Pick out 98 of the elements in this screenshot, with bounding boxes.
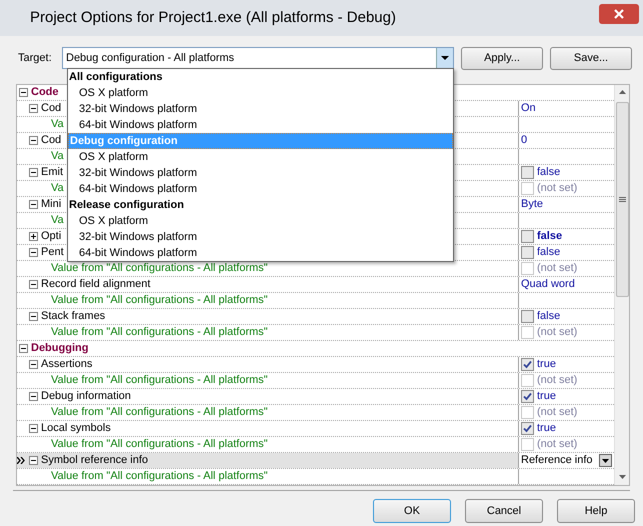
property-value: true	[537, 357, 556, 372]
collapse-icon[interactable]	[19, 88, 28, 97]
inherited-value-text: Va	[51, 149, 64, 164]
help-button[interactable]: Help	[557, 499, 635, 523]
property-value: (not set)	[537, 325, 578, 340]
platform-option[interactable]: 32-bit Windows platform	[68, 101, 453, 117]
collapse-icon[interactable]	[29, 136, 38, 145]
checkbox[interactable]	[521, 230, 534, 243]
property-value: Reference info	[521, 453, 593, 468]
collapse-icon[interactable]	[29, 456, 38, 465]
caret-down-icon	[441, 56, 449, 60]
inherited-value-text: Value from "All configurations - All platforms"	[51, 325, 268, 340]
platform-option[interactable]: OS X platform	[68, 213, 453, 229]
collapse-icon[interactable]	[29, 104, 38, 113]
property-value: 0	[521, 133, 528, 148]
property-value: false	[537, 309, 560, 324]
scroll-up-icon[interactable]	[618, 90, 626, 94]
check-icon	[523, 360, 532, 369]
property-name: Symbol reference info	[41, 453, 148, 468]
inherited-value-text: Value from "All configurations - All platforms"	[51, 437, 268, 452]
inherited-value-text: Value from "All configurations - All platforms"	[51, 469, 268, 484]
property-value: false	[537, 245, 560, 260]
property-name: Opti	[41, 229, 62, 244]
property-name: Local symbols	[41, 421, 111, 436]
scrollbar-thumb[interactable]	[616, 102, 628, 297]
property-name: Cod	[41, 133, 62, 148]
target-label: Target:	[18, 50, 53, 66]
property-name: Cod	[41, 101, 62, 116]
platform-option[interactable]: 32-bit Windows platform	[68, 229, 453, 245]
property-value: false	[537, 229, 562, 244]
property-name: Debug information	[41, 389, 131, 404]
property-value: (not set)	[537, 373, 578, 388]
property-value: (not set)	[537, 405, 578, 420]
platform-option[interactable]: OS X platform	[68, 85, 453, 101]
property-name: Stack frames	[41, 309, 106, 324]
inherited-value-text: Value from "All configurations - All platforms"	[51, 293, 268, 308]
configuration-option[interactable]: All configurations	[68, 69, 453, 85]
inherited-value-text: Value from "All configurations - All platforms"	[51, 261, 268, 276]
property-value: On	[521, 101, 536, 116]
collapse-icon[interactable]	[29, 392, 38, 401]
close-icon	[614, 9, 624, 19]
collapse-icon[interactable]	[29, 248, 38, 257]
inherited-value-text: Va	[51, 213, 64, 228]
checkbox[interactable]	[521, 358, 534, 371]
property-name: Assertions	[41, 357, 92, 372]
checkbox[interactable]	[521, 166, 534, 179]
property-name: Emit	[41, 165, 63, 180]
check-icon	[523, 392, 532, 401]
property-name: Mini	[41, 197, 62, 212]
property-value: (not set)	[537, 437, 578, 452]
platform-option[interactable]: 64-bit Windows platform	[68, 117, 453, 133]
inherited-value-text: Va	[51, 117, 64, 132]
collapse-icon[interactable]	[29, 312, 38, 321]
platform-option[interactable]: 64-bit Windows platform	[68, 245, 453, 261]
dropdown-button[interactable]	[436, 48, 453, 68]
inherited-value-text: Value from "All configurations - All platforms"	[51, 405, 268, 420]
check-icon	[523, 424, 532, 433]
property-value: Byte	[521, 197, 544, 212]
checkbox[interactable]	[521, 390, 534, 403]
dropdown-button[interactable]	[599, 454, 612, 467]
platform-option[interactable]: 64-bit Windows platform	[68, 181, 453, 197]
property-value: (not set)	[537, 181, 578, 196]
apply-button[interactable]: Apply...	[461, 46, 543, 70]
checkbox[interactable]	[521, 310, 534, 323]
collapse-icon[interactable]	[29, 424, 38, 433]
chevrons-right-icon	[17, 457, 25, 464]
checkbox[interactable]	[521, 422, 534, 435]
cancel-button[interactable]: Cancel	[465, 499, 543, 523]
property-value: true	[537, 421, 556, 436]
scrollbar[interactable]	[614, 85, 629, 485]
target-combobox[interactable]: Debug configuration - All platforms	[62, 47, 454, 69]
collapse-icon[interactable]	[29, 280, 38, 289]
category-label: Code	[31, 85, 58, 100]
property-value: false	[537, 165, 560, 180]
save-button[interactable]: Save...	[550, 46, 632, 70]
window-title: Project Options for Project1.exe (All platforms - Debug)	[30, 8, 396, 28]
category-label: Debugging	[31, 341, 88, 356]
grip-icon	[618, 197, 626, 202]
property-value: true	[537, 389, 556, 404]
ok-button[interactable]: OK	[373, 499, 451, 523]
collapse-icon[interactable]	[29, 168, 38, 177]
property-value: Quad word	[521, 277, 575, 292]
caret-down-icon	[602, 458, 609, 462]
inherited-value-text: Va	[51, 181, 64, 196]
checkbox[interactable]	[521, 246, 534, 259]
platform-option[interactable]: OS X platform	[68, 149, 453, 165]
inherited-value-text: Value from "All configurations - All platforms"	[51, 373, 268, 388]
scroll-down-icon[interactable]	[618, 475, 626, 479]
platform-option[interactable]: 32-bit Windows platform	[68, 165, 453, 181]
property-name: Pent	[41, 245, 64, 260]
property-name: Record field alignment	[41, 277, 150, 292]
close-button[interactable]	[599, 4, 639, 24]
collapse-icon[interactable]	[29, 360, 38, 369]
property-value: (not set)	[537, 261, 578, 276]
collapse-icon[interactable]	[29, 200, 38, 209]
expand-icon[interactable]	[29, 232, 38, 241]
collapse-icon[interactable]	[19, 344, 28, 353]
configuration-option[interactable]: Release configuration	[68, 197, 453, 213]
